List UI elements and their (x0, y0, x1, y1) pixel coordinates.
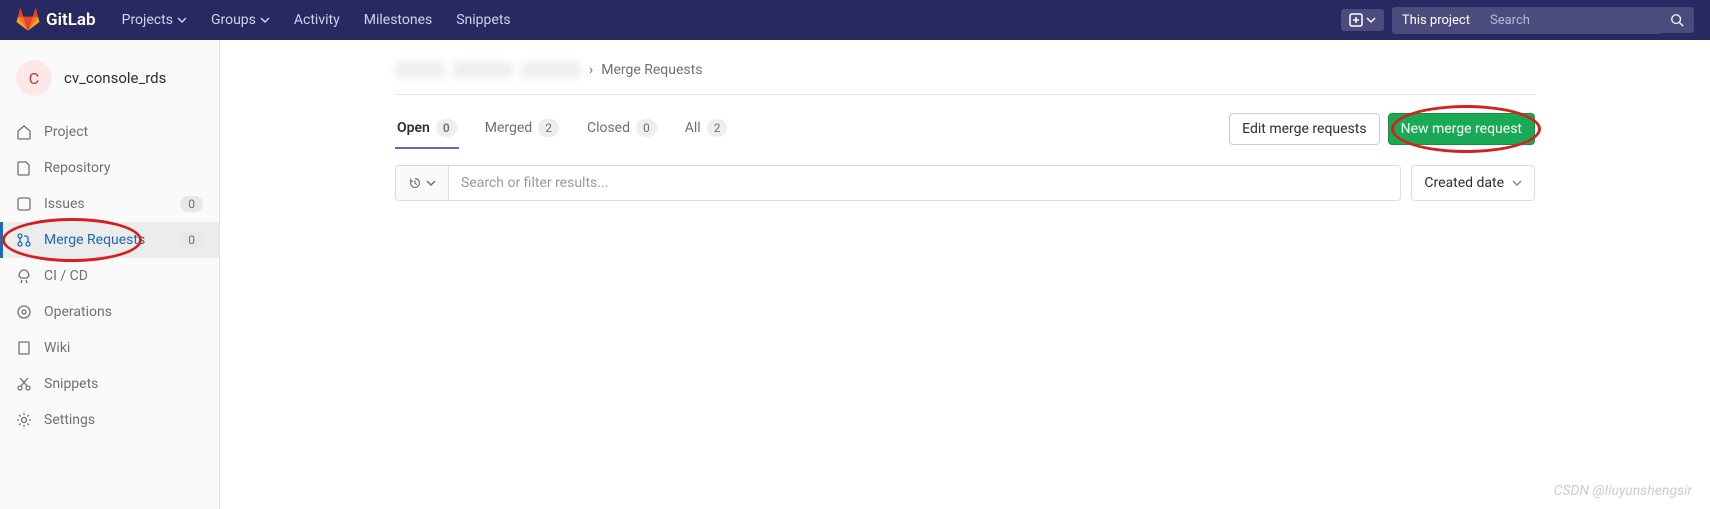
tab-count: 2 (538, 119, 559, 137)
project-avatar: C (16, 60, 52, 96)
tab-open[interactable]: Open 0 (395, 109, 459, 149)
gitlab-logo[interactable]: GitLab (16, 8, 96, 32)
doc-icon (16, 160, 32, 176)
sidebar-item-wiki[interactable]: Wiki (0, 330, 219, 366)
sidebar-item-label: Settings (44, 412, 95, 428)
tab-merged[interactable]: Merged 2 (483, 109, 561, 149)
history-button[interactable] (396, 166, 449, 200)
sidebar-item-label: Merge Requests (44, 232, 145, 248)
tab-closed[interactable]: Closed 0 (585, 109, 659, 149)
tab-label: All (685, 120, 701, 136)
search-icon (1670, 13, 1684, 27)
search-scope-button[interactable]: This project (1392, 7, 1480, 34)
tab-label: Closed (587, 120, 630, 136)
sidebar-item-label: Wiki (44, 340, 70, 356)
sidebar-item-cicd[interactable]: CI / CD (0, 258, 219, 294)
breadcrumb-item-redacted[interactable] (453, 62, 513, 78)
nav-groups[interactable]: Groups (201, 4, 280, 36)
chevron-down-icon (1366, 15, 1376, 25)
brand-name: GitLab (46, 10, 96, 30)
navbar-right: This project (1341, 7, 1694, 34)
home-icon (16, 124, 32, 140)
navbar-left: GitLab Projects Groups Activity Mileston… (16, 4, 521, 36)
sidebar-item-label: Snippets (44, 376, 98, 392)
history-icon (408, 176, 422, 190)
sidebar-item-operations[interactable]: Operations (0, 294, 219, 330)
breadcrumb: › Merge Requests (395, 52, 1535, 95)
gear-icon (16, 412, 32, 428)
project-name: cv_console_rds (64, 69, 166, 87)
issues-icon (16, 196, 32, 212)
tab-all[interactable]: All 2 (683, 109, 730, 149)
sidebar-item-label: Repository (44, 160, 110, 176)
new-dropdown-button[interactable] (1341, 9, 1384, 31)
tab-count: 0 (636, 119, 657, 137)
filter-container (395, 165, 1401, 201)
sidebar-item-project[interactable]: Project (0, 114, 219, 150)
gitlab-icon (16, 8, 40, 32)
chevron-down-icon (260, 15, 270, 25)
mr-count-badge: 0 (180, 232, 203, 248)
filter-bar: Created date (395, 165, 1535, 201)
new-merge-request-button[interactable]: New merge request (1388, 113, 1535, 145)
tab-count: 2 (707, 119, 728, 137)
merge-request-icon (16, 232, 32, 248)
main-content: › Merge Requests Open 0 Merged 2 Closed … (220, 40, 1710, 509)
rocket-icon (16, 268, 32, 284)
edit-merge-requests-button[interactable]: Edit merge requests (1229, 113, 1379, 145)
sidebar-item-merge-requests[interactable]: Merge Requests 0 (0, 222, 219, 258)
content-wrapper: › Merge Requests Open 0 Merged 2 Closed … (375, 40, 1555, 213)
sidebar-item-label: Project (44, 124, 88, 140)
breadcrumb-item-redacted[interactable] (521, 62, 581, 78)
sidebar-item-snippets[interactable]: Snippets (0, 366, 219, 402)
sidebar-item-label: CI / CD (44, 268, 88, 284)
sort-label: Created date (1424, 175, 1504, 191)
mr-toolbar: Open 0 Merged 2 Closed 0 All 2 (395, 95, 1535, 149)
issues-count-badge: 0 (180, 196, 203, 212)
nav-activity[interactable]: Activity (284, 4, 350, 36)
scissors-icon (16, 376, 32, 392)
sidebar-item-label: Operations (44, 304, 112, 320)
search-input[interactable] (1480, 7, 1660, 34)
breadcrumb-current: Merge Requests (601, 62, 702, 78)
breadcrumb-item-redacted[interactable] (395, 62, 445, 78)
operations-icon (16, 304, 32, 320)
sidebar: C cv_console_rds Project Repository Issu… (0, 40, 220, 509)
plus-icon (1349, 13, 1363, 27)
nav-milestones[interactable]: Milestones (354, 4, 443, 36)
filter-input[interactable] (449, 166, 1400, 200)
sidebar-item-label: Issues (44, 196, 85, 212)
chevron-down-icon (1512, 178, 1522, 188)
book-icon (16, 340, 32, 356)
tab-label: Open (397, 120, 430, 136)
tab-label: Merged (485, 120, 532, 136)
nav-projects[interactable]: Projects (112, 4, 197, 36)
project-header[interactable]: C cv_console_rds (0, 50, 219, 106)
top-navbar: GitLab Projects Groups Activity Mileston… (0, 0, 1710, 40)
chevron-down-icon (426, 178, 436, 188)
sidebar-item-issues[interactable]: Issues 0 (0, 186, 219, 222)
chevron-down-icon (177, 15, 187, 25)
mr-tabs: Open 0 Merged 2 Closed 0 All 2 (395, 109, 729, 149)
breadcrumb-separator: › (589, 62, 593, 78)
sidebar-item-repository[interactable]: Repository (0, 150, 219, 186)
watermark: CSDN @liuyunshengsir (1554, 483, 1692, 499)
sort-dropdown[interactable]: Created date (1411, 165, 1535, 201)
page-layout: C cv_console_rds Project Repository Issu… (0, 40, 1710, 509)
mr-actions: Edit merge requests New merge request (1229, 113, 1535, 145)
sidebar-item-settings[interactable]: Settings (0, 402, 219, 438)
search-button[interactable] (1660, 7, 1694, 33)
nav-snippets[interactable]: Snippets (446, 4, 520, 36)
tab-count: 0 (436, 119, 457, 137)
search-box: This project (1392, 7, 1694, 34)
